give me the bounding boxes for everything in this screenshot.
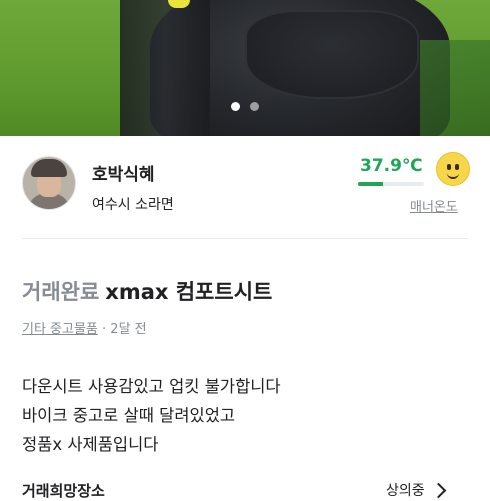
manner-temperature-bar — [358, 182, 424, 186]
avatar[interactable] — [22, 156, 76, 210]
product-photo[interactable] — [0, 0, 490, 136]
pager-dot-active[interactable] — [231, 102, 240, 111]
pager-dot[interactable] — [250, 102, 259, 111]
smile-icon — [436, 152, 470, 186]
chevron-right-icon — [430, 482, 446, 498]
post-title-row: 거래완료 xmax 컴포트시트 — [22, 276, 272, 306]
seller-region: 여수시 소라면 — [92, 197, 174, 213]
trade-place-label: 거래희망장소 — [22, 482, 105, 500]
category-link[interactable]: 기타 중고물품 — [22, 322, 98, 337]
divider — [22, 238, 468, 239]
manner-temperature-link[interactable]: 매너온도 — [410, 196, 458, 215]
seller-profile[interactable]: 호박식혜 여수시 소라면 37.9℃ 매너온도 — [0, 136, 490, 238]
post-meta: 기타 중고물품 · 2달 전 — [22, 318, 147, 337]
post-time: · 2달 전 — [97, 322, 147, 337]
description-line: 다운시트 사용감있고 업킷 불가합니다 — [22, 377, 281, 396]
status-badge: 거래완료 — [22, 280, 100, 304]
post-description: 다운시트 사용감있고 업킷 불가합니다 바이크 중고로 살때 달려있었고 정품x… — [22, 372, 468, 459]
description-line: 정품x 사제품입니다 — [22, 435, 159, 454]
post-title: xmax 컴포트시트 — [105, 280, 273, 304]
manner-temperature: 37.9℃ — [360, 156, 423, 176]
trade-place-link[interactable]: 상의중 — [386, 480, 446, 500]
description-line: 바이크 중고로 살때 달려있었고 — [22, 406, 236, 425]
seller-nickname[interactable]: 호박식혜 — [92, 160, 155, 185]
photo-pager[interactable] — [0, 102, 490, 114]
trade-place-value: 상의중 — [386, 483, 425, 499]
